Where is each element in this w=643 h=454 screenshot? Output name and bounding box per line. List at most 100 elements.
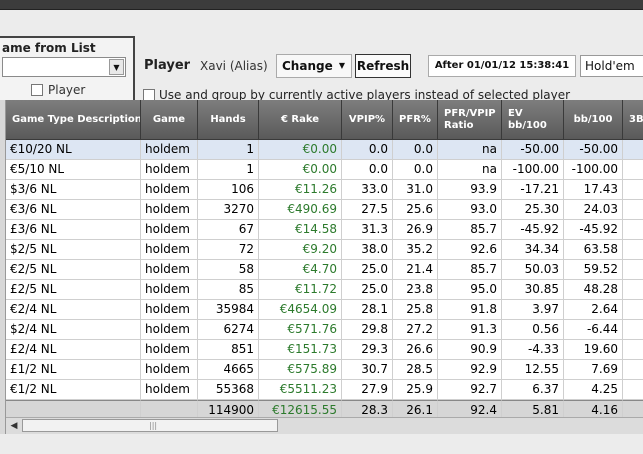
table-row[interactable]: $2/5 NL holdem 72 €9.20 38.0 35.2 92.6 34.34 63.… (6, 240, 643, 260)
column-header-game[interactable]: Game (141, 100, 198, 140)
cell-ratio: 85.7 (438, 220, 502, 240)
table-row[interactable]: £3/6 NL holdem 67 €14.58 31.3 26.9 85.7 -45.92-… (6, 220, 643, 240)
game-type-select[interactable]: Hold'em (580, 55, 643, 77)
cell-3b: 1 (623, 300, 643, 320)
cell-rake: €571.76 (259, 320, 342, 340)
table-row[interactable]: €2/4 NL holdem 35984 €4654.09 28.1 25.8 91.8 3.… (6, 300, 643, 320)
cell-vpip: 29.8 (342, 320, 393, 340)
scrollbar-thumb[interactable]: ||| (22, 419, 278, 432)
table-row[interactable]: €2/5 NL holdem 58 €4.70 25.0 21.4 85.7 50.03 59.… (6, 260, 643, 280)
cell-ratio: 91.8 (438, 300, 502, 320)
column-header-pfr-vpip-ratio[interactable]: PFR/VPIP Ratio (438, 100, 502, 140)
cell-3b: 1 (623, 400, 643, 417)
table-row[interactable]: £2/4 NL holdem 851 €151.73 29.3 26.6 90.9 -4.33… (6, 340, 643, 360)
cell-game: holdem (141, 140, 198, 160)
cell-bb100: 48.28 (564, 280, 623, 300)
cell-rake: €5511.23 (259, 380, 342, 400)
cell-pfr: 28.5 (393, 360, 438, 380)
horizontal-scrollbar[interactable]: ◀ ||| (6, 417, 643, 434)
cell-pfr: 0.0 (393, 140, 438, 160)
table-row[interactable]: $2/4 NL holdem 6274 €571.76 29.8 27.2 91.3 0.56… (6, 320, 643, 340)
cell-hands: 72 (198, 240, 259, 260)
cell-3b: 1 (623, 360, 643, 380)
cell-hands: 1 (198, 160, 259, 180)
cell-vpip: 25.0 (342, 280, 393, 300)
cell-game-type: £3/6 NL (6, 220, 141, 240)
column-header-rake[interactable]: € Rake (259, 100, 342, 140)
cell-ev-bb100: 3.97 (502, 300, 564, 320)
cell-bb100: -100.00 (564, 160, 623, 180)
cell-ratio: 85.7 (438, 260, 502, 280)
table-row[interactable]: €5/10 NL holdem 1 €0.00 0.0 0.0 na -100.00 -100.… (6, 160, 643, 180)
cell-vpip: 0.0 (342, 140, 393, 160)
cell-ratio: 93.0 (438, 200, 502, 220)
cell-hands: 85 (198, 280, 259, 300)
column-header-hands[interactable]: Hands (198, 100, 259, 140)
cell-game-type: €10/20 NL (6, 140, 141, 160)
cell-game: holdem (141, 380, 198, 400)
column-header-label: PFR/VPIP Ratio (444, 108, 496, 131)
cell-ratio: 92.9 (438, 360, 502, 380)
cell-vpip: 25.0 (342, 260, 393, 280)
player-label: Player (144, 58, 191, 73)
cell-hands: 106 (198, 180, 259, 200)
column-header-game-type[interactable]: Game Type Description (6, 100, 141, 140)
cell-pfr: 25.8 (393, 300, 438, 320)
date-filter-field[interactable]: After 01/01/12 15:38:41 (428, 55, 576, 77)
status-area (0, 434, 643, 454)
cell-ev-bb100: 6.37 (502, 380, 564, 400)
table-row[interactable]: £2/5 NL holdem 85 €11.72 25.0 23.8 95.0 30.85 48… (6, 280, 643, 300)
cell-3b (623, 160, 643, 180)
table-row[interactable]: €1/2 NL holdem 55368 €5511.23 27.9 25.9 92.7 6.… (6, 380, 643, 400)
stats-table: Game Type Description Game Hands € Rake … (6, 100, 643, 417)
column-header-ev-bb100[interactable]: EV bb/100 (502, 100, 564, 140)
cell-ratio: 92.4 (438, 400, 502, 417)
cell-vpip: 0.0 (342, 160, 393, 180)
cell-ratio: 92.6 (438, 240, 502, 260)
chevron-down-icon[interactable]: ▼ (109, 59, 124, 75)
scroll-left-icon[interactable]: ◀ (8, 420, 20, 432)
cell-game-type: $3/6 NL (6, 180, 141, 200)
cell-game-type: $2/5 NL (6, 240, 141, 260)
title-bar (0, 0, 643, 10)
player-checkbox[interactable] (31, 84, 43, 96)
table-row[interactable]: £1/2 NL holdem 4665 €575.89 30.7 28.5 92.9 12.5… (6, 360, 643, 380)
table-row[interactable]: $3/6 NL holdem 106 €11.26 33.0 31.0 93.9 -17.21… (6, 180, 643, 200)
change-button-label: Change (282, 59, 333, 73)
cell-ratio: 95.0 (438, 280, 502, 300)
refresh-button[interactable]: Refresh (355, 54, 411, 78)
column-header-label: bb/100 (573, 114, 613, 125)
cell-pfr: 31.0 (393, 180, 438, 200)
cell-rake: €14.58 (259, 220, 342, 240)
cell-game-type: £1/2 NL (6, 360, 141, 380)
table-row[interactable]: €10/20 NL holdem 1 €0.00 0.0 0.0 na -50.00 -50.0… (6, 140, 643, 160)
cell-rake: €4.70 (259, 260, 342, 280)
cell-vpip: 28.3 (342, 400, 393, 417)
cell-pfr: 35.2 (393, 240, 438, 260)
column-header-vpip[interactable]: VPIP% (342, 100, 393, 140)
cell-bb100: 63.58 (564, 240, 623, 260)
column-header-bb100[interactable]: bb/100 (564, 100, 623, 140)
change-button[interactable]: Change ▼ (276, 54, 352, 78)
cell-game-type: €5/10 NL (6, 160, 141, 180)
player-checkbox-label: Player (48, 83, 86, 97)
cell-hands: 3270 (198, 200, 259, 220)
cell-3b: 1 (623, 220, 643, 240)
column-header-pfr[interactable]: PFR% (393, 100, 438, 140)
cell-hands: 1 (198, 140, 259, 160)
cell-game: holdem (141, 280, 198, 300)
cell-bb100: 59.52 (564, 260, 623, 280)
cell-bb100: 17.43 (564, 180, 623, 200)
cell-3b: 1 (623, 200, 643, 220)
cell-ratio: 92.7 (438, 380, 502, 400)
cell-3b: 1 (623, 320, 643, 340)
column-header-label: Game Type Description (12, 114, 141, 125)
table-totals-row[interactable]: 114900€12615.5528.326.192.45.814.161 (6, 400, 643, 417)
cell-game: holdem (141, 240, 198, 260)
cell-rake: €0.00 (259, 140, 342, 160)
table-row[interactable]: €3/6 NL holdem 3270 €490.69 27.5 25.6 93.0 25.3… (6, 200, 643, 220)
cell-hands: 67 (198, 220, 259, 240)
cell-bb100: 24.03 (564, 200, 623, 220)
game-from-list-dropdown[interactable]: ▼ (2, 57, 126, 77)
column-header-3b[interactable]: 3B (623, 100, 643, 140)
